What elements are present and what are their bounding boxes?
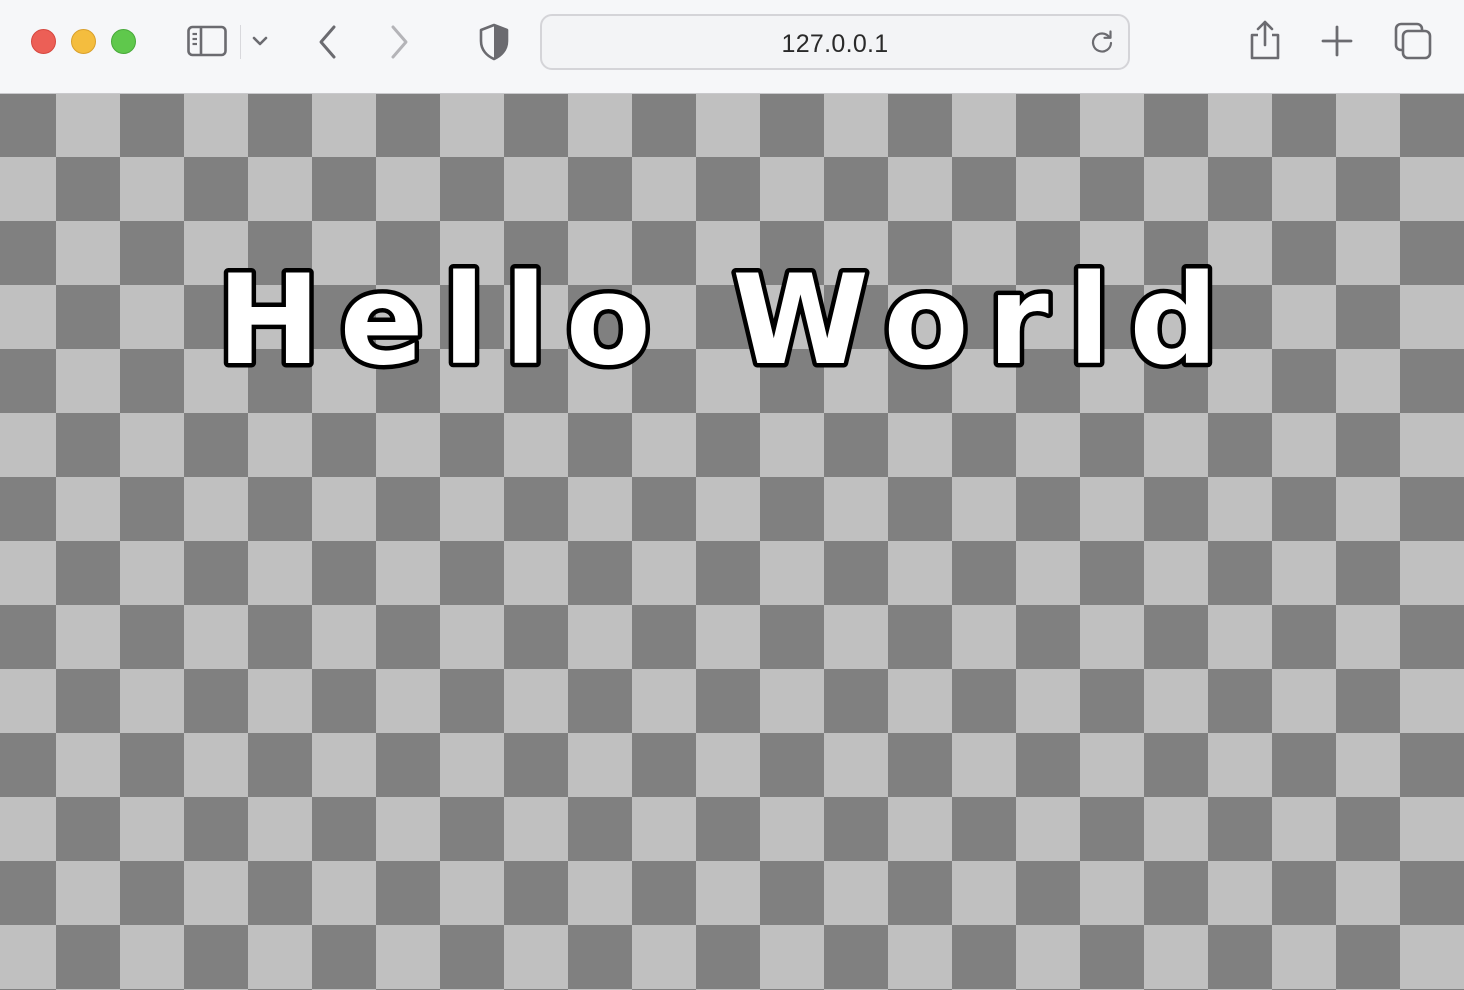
sidebar-icon[interactable] [187, 24, 227, 58]
browser-window: 127.0.0.1 Hello World [0, 0, 1464, 990]
plus-icon[interactable] [1320, 24, 1354, 58]
game-canvas[interactable]: Hello World [0, 94, 1464, 990]
chevron-left-icon[interactable] [314, 24, 342, 60]
shield-icon[interactable] [478, 23, 510, 61]
chevron-down-icon[interactable] [251, 34, 269, 48]
toolbar-divider [240, 25, 241, 59]
share-icon[interactable] [1247, 19, 1283, 61]
chevron-right-icon[interactable] [385, 24, 413, 60]
hello-world-text: Hello World [217, 249, 1237, 393]
address-url: 127.0.0.1 [781, 30, 889, 58]
minimize-window-button[interactable] [71, 29, 96, 54]
browser-toolbar: 127.0.0.1 [0, 0, 1464, 94]
tabs-overview-icon[interactable] [1394, 22, 1434, 60]
reload-icon[interactable] [1088, 28, 1116, 61]
address-bar[interactable]: 127.0.0.1 [540, 14, 1130, 70]
maximize-window-button[interactable] [111, 29, 136, 54]
page-content: Hello World [0, 94, 1464, 990]
checkerboard-background [0, 94, 1464, 990]
close-window-button[interactable] [31, 29, 56, 54]
